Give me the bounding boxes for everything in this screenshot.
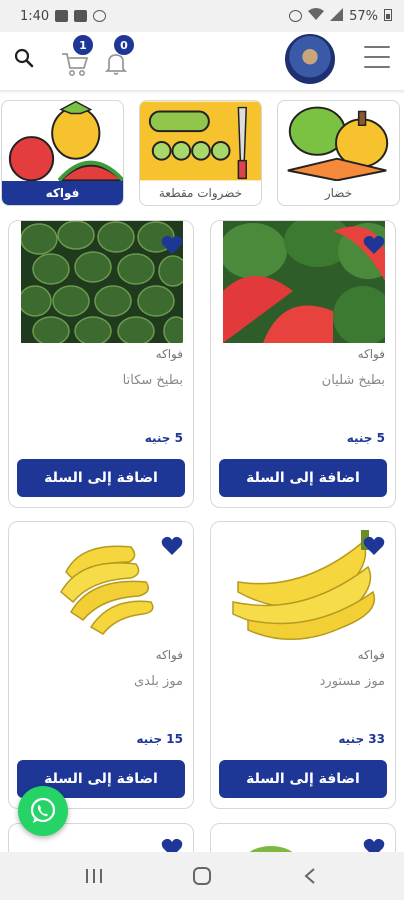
- product-card[interactable]: فواكه بطيخ سكاتا 5 جنيه اضافة إلى السلة: [8, 220, 194, 508]
- category-fruits[interactable]: فواكه: [1, 100, 124, 206]
- category-label: خضار: [324, 186, 353, 200]
- whatsapp-notification-icon: [93, 10, 107, 22]
- product-image: [60, 545, 154, 635]
- favorite-heart-icon[interactable]: [161, 536, 183, 556]
- back-button[interactable]: [290, 856, 330, 896]
- favorite-heart-icon[interactable]: [363, 235, 385, 255]
- category-cut-vegetables[interactable]: خضروات مقطعة: [139, 100, 262, 206]
- product-image: [21, 221, 183, 343]
- cart-count-badge: 1: [72, 34, 94, 56]
- product-name: موز مستورد: [319, 674, 385, 689]
- status-time: 1:40: [20, 8, 50, 24]
- vegetables-icon: [287, 106, 389, 181]
- wifi-icon: [308, 7, 325, 25]
- app-header: 1 0: [0, 32, 404, 90]
- product-card[interactable]: فواكه موز بلدى 15 جنيه اضافة إلى السلة: [8, 521, 194, 809]
- whatsapp-icon: [30, 797, 56, 823]
- product-name: بطيخ شليان: [321, 373, 385, 388]
- whatsapp-chat-button[interactable]: [18, 786, 68, 836]
- product-price: 15 جنيه: [136, 732, 183, 746]
- system-navigation-bar: [0, 852, 404, 900]
- product-category: فواكه: [155, 347, 183, 361]
- signal-icon: [330, 7, 344, 25]
- recent-apps-button[interactable]: [74, 856, 114, 896]
- category-vegetables[interactable]: خضار: [277, 100, 400, 206]
- search-icon[interactable]: [12, 46, 36, 70]
- home-button[interactable]: [182, 856, 222, 896]
- category-carousel: خضار خضروات مقطعة فواكه: [0, 100, 404, 208]
- product-category: فواكه: [357, 648, 385, 662]
- category-label: خضروات مقطعة: [158, 186, 243, 200]
- category-label: فواكه: [2, 181, 123, 205]
- product-image: [232, 530, 376, 641]
- status-bar: 1:40 57%: [0, 0, 404, 32]
- product-card[interactable]: فواكه موز مستورد 33 جنيه اضافة إلى السلة: [210, 521, 396, 809]
- product-card[interactable]: فواكه بطيخ شليان 5 جنيه اضافة إلى السلة: [210, 220, 396, 508]
- battery-icon: [384, 8, 392, 25]
- product-name: بطيخ سكاتا: [122, 373, 183, 388]
- product-category: فواكه: [357, 347, 385, 361]
- header-divider: [0, 90, 404, 94]
- fruits-icon: [8, 101, 123, 181]
- favorite-heart-icon[interactable]: [161, 235, 183, 255]
- product-price: 33 جنيه: [338, 732, 385, 746]
- battery-level: 57%: [349, 8, 378, 24]
- add-to-cart-button[interactable]: اضافة إلى السلة: [219, 459, 387, 497]
- favorite-heart-icon[interactable]: [363, 536, 385, 556]
- linkedin-notification-icon: [74, 10, 88, 22]
- alarm-icon: [289, 10, 303, 22]
- image-notification-icon: [55, 10, 69, 22]
- notifications-count-badge: 0: [113, 34, 135, 56]
- store-logo[interactable]: [285, 34, 335, 84]
- product-price: 5 جنيه: [346, 431, 385, 445]
- cut-vegetables-icon: [140, 101, 261, 181]
- hamburger-menu-icon[interactable]: [364, 46, 390, 68]
- product-image: [223, 221, 385, 343]
- product-name: موز بلدى: [133, 674, 183, 689]
- add-to-cart-button[interactable]: اضافة إلى السلة: [219, 760, 387, 798]
- product-price: 5 جنيه: [144, 431, 183, 445]
- add-to-cart-button[interactable]: اضافة إلى السلة: [17, 459, 185, 497]
- product-category: فواكه: [155, 648, 183, 662]
